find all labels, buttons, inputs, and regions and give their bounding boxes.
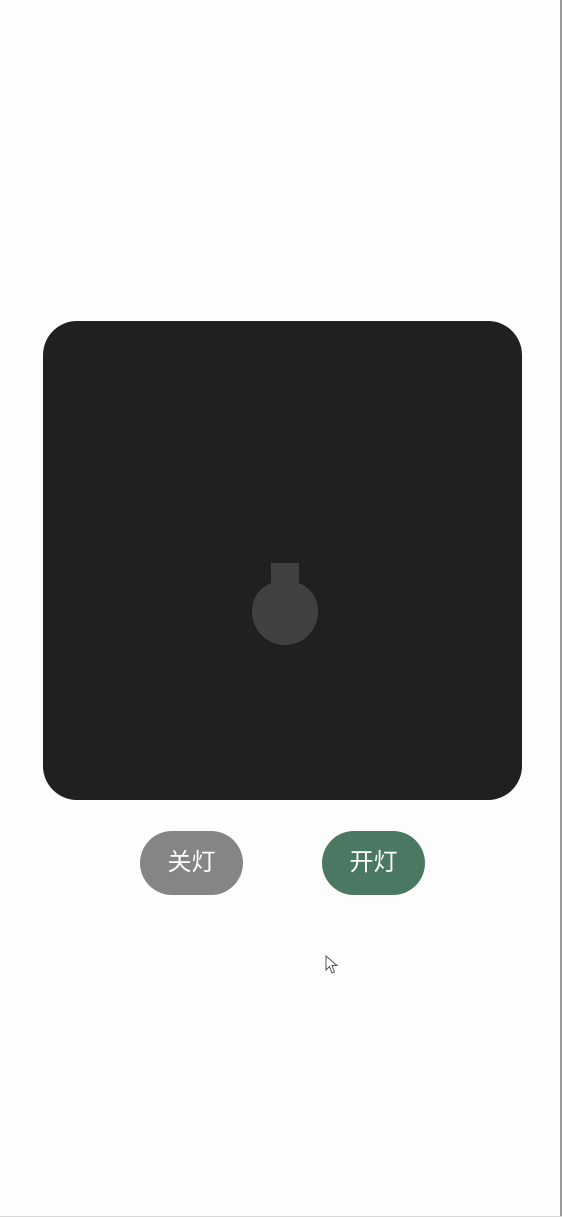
bulb-glass (252, 573, 318, 645)
turn-on-light-button[interactable]: 开灯 (322, 831, 425, 895)
light-display-panel (43, 321, 522, 800)
turn-off-light-button[interactable]: 关灯 (140, 831, 243, 895)
mouse-pointer-icon (325, 955, 339, 974)
light-bulb-icon (252, 563, 318, 645)
